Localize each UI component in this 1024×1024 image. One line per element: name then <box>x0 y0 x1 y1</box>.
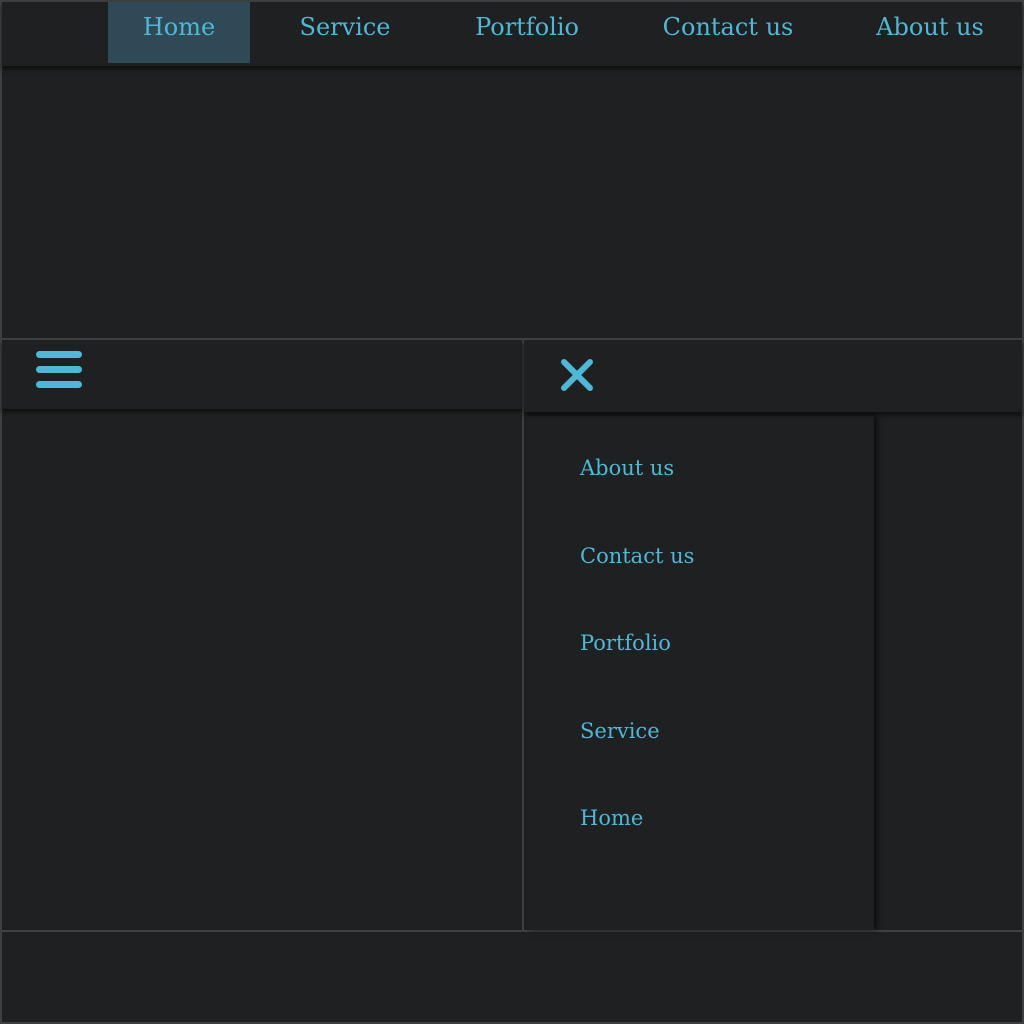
drawer-item-about-us[interactable]: About us <box>580 456 674 480</box>
mobile-navbar-open <box>524 340 1022 412</box>
mobile-drawer-menu: About us Contact us Portfolio Service Ho… <box>526 416 874 930</box>
hamburger-menu-icon[interactable] <box>36 351 82 389</box>
drawer-item-service[interactable]: Service <box>580 719 660 743</box>
mobile-navbar-closed <box>2 340 522 409</box>
nav-item-service[interactable]: Service <box>282 2 408 63</box>
drawer-item-portfolio[interactable]: Portfolio <box>580 631 671 655</box>
nav-item-contact-us[interactable]: Contact us <box>650 2 806 63</box>
nav-item-portfolio[interactable]: Portfolio <box>460 2 594 63</box>
drawer-item-contact-us[interactable]: Contact us <box>580 544 694 568</box>
close-x-icon[interactable] <box>558 356 596 394</box>
desktop-navbar: Home Service Portfolio Contact us About … <box>2 2 1022 66</box>
footer-divider <box>2 930 1022 932</box>
nav-item-home[interactable]: Home <box>108 2 250 63</box>
demo-canvas: Home Service Portfolio Contact us About … <box>0 0 1024 1024</box>
nav-item-about-us[interactable]: About us <box>860 2 1000 63</box>
desktop-preview: Home Service Portfolio Contact us About … <box>2 2 1022 338</box>
panel-divider <box>522 340 524 930</box>
drawer-item-home[interactable]: Home <box>580 806 643 830</box>
